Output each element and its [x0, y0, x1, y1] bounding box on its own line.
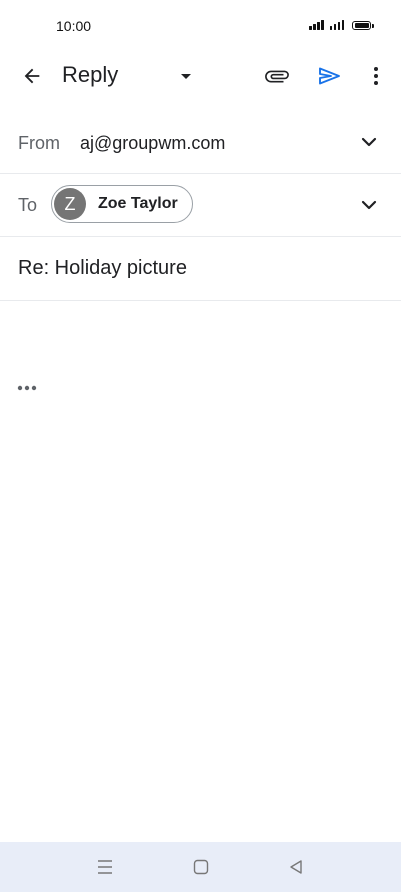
send-icon[interactable] — [312, 60, 346, 92]
page-title: Reply — [62, 62, 119, 87]
status-icons — [309, 19, 374, 30]
attach-icon[interactable] — [260, 60, 294, 92]
menu-icon[interactable] — [93, 855, 117, 879]
status-time: 10:00 — [56, 18, 92, 34]
message-body[interactable] — [0, 301, 401, 841]
back-icon[interactable] — [284, 855, 308, 879]
subject-field[interactable]: Re: Holiday picture — [18, 257, 187, 280]
signal-1-icon — [309, 19, 324, 30]
chevron-down-icon[interactable] — [357, 193, 381, 217]
subject-row[interactable]: Re: Holiday picture — [0, 237, 401, 301]
avatar: Z — [54, 188, 86, 220]
chevron-down-icon[interactable] — [357, 130, 381, 154]
recipient-chip[interactable]: Z Zoe Taylor — [51, 185, 193, 223]
system-nav-bar — [0, 842, 401, 892]
status-bar: 10:00 — [0, 0, 401, 54]
back-arrow-icon[interactable] — [14, 60, 50, 92]
from-label: From — [18, 133, 60, 153]
home-icon[interactable] — [189, 855, 213, 879]
recipient-name: Zoe Taylor — [98, 195, 178, 212]
from-row[interactable]: From aj@groupwm.com — [0, 112, 401, 174]
from-address[interactable]: aj@groupwm.com — [80, 133, 225, 154]
signal-2-icon — [329, 19, 344, 30]
app-bar: Reply — [0, 52, 401, 100]
dropdown-arrow-icon[interactable] — [172, 62, 200, 90]
to-row[interactable]: To Z Zoe Taylor — [0, 174, 401, 237]
battery-icon — [352, 21, 374, 30]
show-quoted-text-icon[interactable] — [16, 381, 38, 395]
more-vert-icon[interactable] — [362, 60, 390, 92]
to-label: To — [18, 195, 38, 215]
